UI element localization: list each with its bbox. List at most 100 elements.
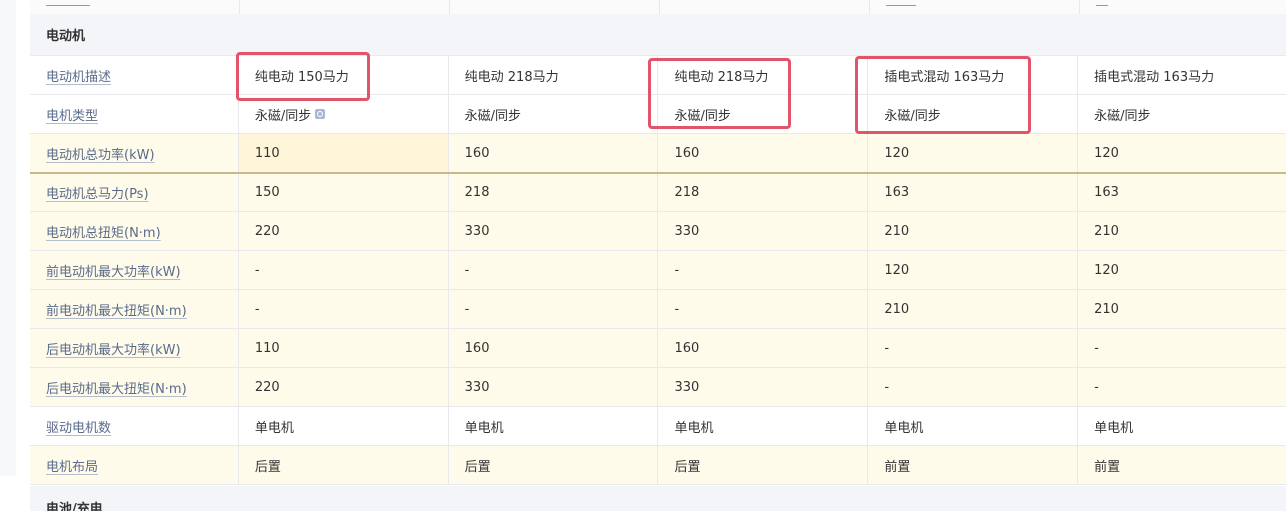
section-title: 电动机 [46,29,86,44]
table-row: 电动机描述 纯电动 150马力 纯电动 218马力 纯电动 218马力 插电式混动 16… [30,56,1286,95]
table-cell: 330 [658,212,869,250]
table-cell: 永磁/同步 [658,95,869,133]
table-cell: 110 [239,329,449,367]
row-label-link[interactable]: 驱动电机数 [30,407,239,445]
table-cell: 160 [449,134,659,172]
row-label-link[interactable]: 电动机总扭矩(N·m) [30,212,239,250]
table-cell: 210 [868,212,1079,250]
row-label-link[interactable]: 电机类型 [30,95,239,133]
table-cell: 单电机 [658,407,869,445]
row-label-link[interactable]: 电动机总功率(kW) [30,134,239,172]
cell-value: 插电式混动 163马力 [884,69,1005,85]
cell-value: 单电机 [464,420,504,436]
cell-value: 单电机 [254,420,294,436]
cell-value: 后置 [464,459,491,475]
table-cell: - [449,290,659,328]
cell-value: 纯电动 150马力 [254,69,349,85]
cell-value: 120 [884,262,910,278]
row-label-link[interactable]: 前电动机最大功率(kW) [30,251,239,289]
cell-value: 160 [674,145,700,161]
cell-value: 210 [1094,223,1119,239]
table-cell: 330 [449,212,659,250]
cell-value: 330 [674,223,700,239]
row-label-link[interactable]: 电动机描述 [30,56,239,94]
table-cell: 单电机 [1078,407,1286,445]
cell-value: 220 [254,223,280,239]
cell-value: 210 [884,223,910,239]
table-cell: 永磁/同步 [449,95,659,133]
cell-value: 插电式混动 163马力 [1094,69,1215,85]
cell-value: 永磁/同步 [674,108,731,124]
table-cell: 前置 [1078,446,1286,484]
table-cell: 单电机 [868,407,1079,445]
table-row: 电动机总马力(Ps) 150 218 218 163 163 [30,173,1286,212]
row-label-link[interactable]: 后电动机最大功率(kW) [30,329,239,367]
table-cell: 后置 [658,446,869,484]
section-header-motor: 电动机 [30,14,1286,56]
table-row: 后电动机最大功率(kW) 110 160 160 - - [30,329,1286,368]
table-cell: 330 [658,368,869,406]
table-cell: 330 [449,368,659,406]
cell-value: - [464,301,470,317]
cell-value: 单电机 [1094,420,1134,436]
cell-value: - [674,262,680,278]
row-label-link[interactable]: 后电动机最大扭矩(N·m) [30,368,239,406]
table-cell: 永磁/同步 [868,95,1079,133]
table-cell: - [239,290,449,328]
cell-value: 120 [884,145,910,161]
spec-table: 电动机 电动机描述 纯电动 150马力 纯电动 218马力 纯电动 218马力 插电式混… [30,0,1286,511]
section-header-battery: 电池/充电 [30,486,1286,511]
table-cell: 插电式混动 163马力 [868,56,1079,94]
row-label-link[interactable]: 前电动机最大扭矩(N·m) [30,290,239,328]
cell-value: 210 [884,301,910,317]
table-cell: 单电机 [449,407,659,445]
cell-value: - [254,301,260,317]
cell-value: 120 [1094,262,1119,278]
cell-value: 218 [464,184,490,200]
table-cell: 218 [449,173,659,211]
table-cell: 210 [868,290,1079,328]
cell-value: 163 [884,184,910,200]
table-cell: 220 [239,368,449,406]
table-cell: 永磁/同步 [1078,95,1286,133]
table-cell: - [658,290,869,328]
table-row: 驱动电机数 单电机 单电机 单电机 单电机 单电机 [30,407,1286,446]
cell-value: 永磁/同步 [1094,108,1151,124]
table-row: 电机布局 后置 后置 后置 前置 前置 [30,446,1286,485]
cell-value: 110 [254,145,280,161]
table-cell: 160 [449,329,659,367]
cell-value: 330 [674,379,700,395]
table-cell: 后置 [239,446,449,484]
table-cell: - [1078,368,1286,406]
table-cell: 163 [868,173,1079,211]
cell-value: 160 [464,145,490,161]
table-cell: 110 [238,134,449,172]
table-cell: - [1078,329,1286,367]
table-cell: 120 [1078,251,1286,289]
cell-value: 后置 [674,459,701,475]
table-cell: 纯电动 218马力 [449,56,659,94]
table-cell: 纯电动 218马力 [658,56,869,94]
search-icon[interactable] [315,109,326,119]
table-cell: 永磁/同步 [239,95,449,133]
row-label-link[interactable]: 电机布局 [30,446,239,484]
cell-value: 单电机 [674,420,714,436]
row-label-link[interactable]: 电动机总马力(Ps) [30,173,239,211]
cell-value: 218 [674,184,700,200]
table-cell: - [239,251,449,289]
table-cell: 160 [658,329,869,367]
cell-value: - [1094,340,1099,356]
table-cell: 插电式混动 163马力 [1078,56,1286,94]
cell-value: - [464,262,470,278]
cell-value: - [254,262,260,278]
table-row: 电动机总功率(kW) 110 160 160 120 120 [30,134,1286,173]
cell-value: 后置 [254,459,281,475]
left-gutter [0,0,16,476]
cell-value: - [674,301,680,317]
table-cell: - [868,329,1079,367]
cell-value: 纯电动 218马力 [464,69,559,85]
cell-value: 330 [464,379,490,395]
cell-value: 单电机 [884,420,924,436]
table-cell: 210 [1078,290,1286,328]
cell-value: 163 [1094,184,1119,200]
